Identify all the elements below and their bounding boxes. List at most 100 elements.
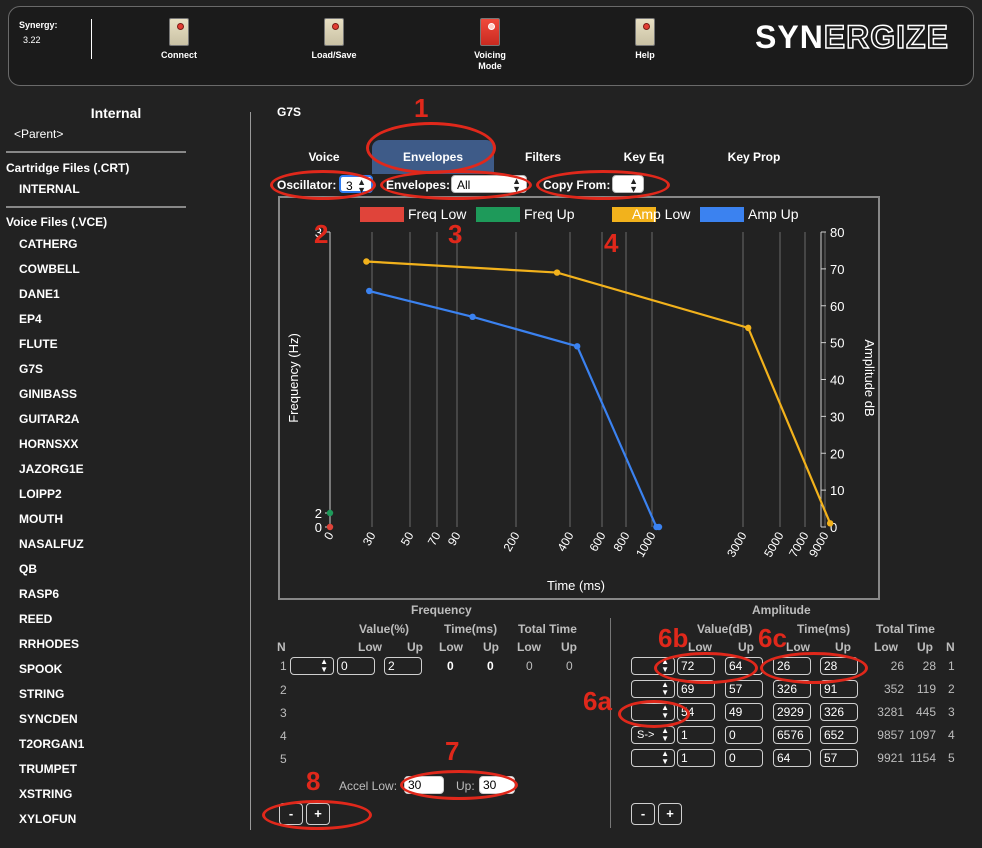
freq-total-up-value: 0 — [566, 659, 573, 673]
oscillator-select[interactable]: 3 ▲ ▼ — [339, 175, 373, 195]
envelopes-select[interactable]: All ▲ ▼ — [451, 175, 527, 194]
amp-remove-point-button[interactable]: - — [631, 803, 655, 825]
amp-time-up-header: Up — [835, 640, 851, 654]
amp-time-low-input[interactable]: 326 — [773, 680, 811, 698]
sidebar-item-voice[interactable]: FLUTE — [19, 337, 58, 351]
sidebar-item-voice[interactable]: HORNSXX — [19, 437, 78, 451]
sidebar-item-voice[interactable]: RASP6 — [19, 587, 59, 601]
copy-from-label: Copy From: — [543, 178, 611, 192]
amp-time-header: Time(ms) — [797, 622, 851, 636]
freq-value-low-input[interactable]: 0 — [337, 657, 375, 675]
sidebar-item-voice[interactable]: STRING — [19, 687, 64, 701]
amp-value-up-input[interactable]: 57 — [725, 680, 763, 698]
sidebar-item-voice[interactable]: REED — [19, 612, 52, 626]
sidebar-item-voice[interactable]: NASALFUZ — [19, 537, 84, 551]
amp-row-selector[interactable]: ▲ ▼ — [631, 657, 675, 675]
amp-add-point-button[interactable]: + — [658, 803, 682, 825]
amp-row-selector[interactable]: ▲ ▼ — [631, 680, 675, 698]
sidebar-item-voice[interactable]: CATHERG — [19, 237, 77, 251]
sidebar-item-voice[interactable]: T2ORGAN1 — [19, 737, 84, 751]
sidebar-item-voice[interactable]: QB — [19, 562, 37, 576]
sidebar-item-voice[interactable]: DANE1 — [19, 287, 60, 301]
tab-envelopes[interactable]: Envelopes — [372, 140, 494, 174]
freq-value-up-input[interactable]: 2 — [384, 657, 422, 675]
annotation-number-6b: 6b — [658, 623, 689, 653]
freq-row-selector[interactable]: ▲ ▼ — [290, 657, 334, 675]
sidebar-item-voice[interactable]: SYNCDEN — [19, 712, 78, 726]
sidebar-item-voice[interactable]: XYLOFUN — [19, 812, 76, 826]
chart-x-tick-label: 30 — [360, 529, 379, 548]
sidebar-item-voice[interactable]: COWBELL — [19, 262, 80, 276]
amp-time-low-input[interactable]: 2929 — [773, 703, 811, 721]
sidebar-item-voice[interactable]: RRHODES — [19, 637, 79, 651]
sidebar-parent-link[interactable]: <Parent> — [14, 127, 63, 141]
amp-total-up-header: Up — [917, 640, 933, 654]
amp-value-low-input[interactable]: 1 — [677, 726, 715, 744]
copy-from-select[interactable]: ▲ ▼ — [612, 175, 644, 194]
amp-row-selector-text: S-> — [637, 729, 655, 741]
load-save-button[interactable]: Load/Save — [299, 18, 369, 61]
accel-up-label: Up: — [456, 779, 475, 793]
chart-right-axis-label: Amplitude dB — [862, 339, 877, 416]
chart-x-tick-label: 5000 — [761, 529, 787, 559]
amp-row-selector[interactable]: ▲ ▼ — [631, 749, 675, 767]
chart-legend-swatch — [360, 207, 404, 222]
sidebar-item-voice[interactable]: MOUTH — [19, 512, 63, 526]
amp-time-low-input[interactable]: 26 — [773, 657, 811, 675]
amp-value-up-input[interactable]: 64 — [725, 657, 763, 675]
amp-time-low-input[interactable]: 6576 — [773, 726, 811, 744]
accel-up-input[interactable]: 30 — [479, 776, 515, 794]
amp-value-up-input[interactable]: 0 — [725, 726, 763, 744]
chart-data-point — [366, 287, 373, 295]
tab-voice[interactable]: Voice — [300, 140, 348, 174]
amp-value-up-header: Up — [738, 640, 754, 654]
sidebar-item-voice[interactable]: GUITAR2A — [19, 412, 79, 426]
chart-series-line — [368, 289, 660, 529]
sidebar-item-voice[interactable]: LOIPP2 — [19, 487, 62, 501]
freq-remove-point-button[interactable]: - — [279, 803, 303, 825]
amp-time-up-input[interactable]: 326 — [820, 703, 858, 721]
amp-time-up-input[interactable]: 91 — [820, 680, 858, 698]
accel-low-input[interactable]: 30 — [404, 776, 444, 794]
amp-value-low-header: Low — [688, 640, 712, 654]
amp-time-up-input[interactable]: 652 — [820, 726, 858, 744]
amp-total-low-header: Low — [874, 640, 898, 654]
amp-total-low-value: 9857 — [877, 728, 904, 742]
sidebar-item-voice[interactable]: SPOOK — [19, 662, 62, 676]
amp-row-selector[interactable]: S-> ▲ ▼ — [631, 726, 675, 744]
amp-time-low-input[interactable]: 64 — [773, 749, 811, 767]
connect-button[interactable]: Connect — [144, 18, 214, 61]
tab-filters[interactable]: Filters — [516, 140, 570, 174]
chart-x-tick-label: 7000 — [786, 529, 812, 559]
tab-key-prop[interactable]: Key Prop — [718, 140, 790, 174]
help-button[interactable]: Help — [610, 18, 680, 61]
amp-value-low-input[interactable]: 54 — [677, 703, 715, 721]
amp-time-up-input[interactable]: 28 — [820, 657, 858, 675]
amp-value-low-input[interactable]: 1 — [677, 749, 715, 767]
sidebar-item-voice[interactable]: GINIBASS — [19, 387, 77, 401]
amp-row-selector[interactable]: ▲ ▼ — [631, 703, 675, 721]
annotation-number-1: 1 — [414, 93, 429, 123]
tab-key-eq[interactable]: Key Eq — [616, 140, 672, 174]
amp-value-low-input[interactable]: 72 — [677, 657, 715, 675]
voicing-mode-button[interactable]: Voicing Mode — [455, 18, 525, 72]
select-arrows-icon: ▲ ▼ — [629, 176, 638, 194]
sidebar-item-voice[interactable]: TRUMPET — [19, 762, 77, 776]
sidebar-item-voice[interactable]: JAZORG1E — [19, 462, 84, 476]
voice-files-heading: Voice Files (.VCE) — [6, 215, 108, 229]
amp-time-up-input[interactable]: 57 — [820, 749, 858, 767]
sidebar-item-voice[interactable]: EP4 — [19, 312, 42, 326]
freq-add-point-button[interactable]: + — [306, 803, 330, 825]
chart-x-tick-label: 9000 — [806, 529, 832, 559]
freq-value-up-header: Up — [407, 640, 423, 654]
amp-value-up-input[interactable]: 0 — [725, 749, 763, 767]
chart-x-axis-label: Time (ms) — [547, 578, 605, 593]
sidebar-item-voice[interactable]: G7S — [19, 362, 43, 376]
sidebar-item-voice[interactable]: XSTRING — [19, 787, 72, 801]
stepper-arrows-icon: ▲ ▼ — [661, 680, 669, 697]
sidebar-item-internal[interactable]: INTERNAL — [19, 182, 80, 196]
amp-value-low-input[interactable]: 69 — [677, 680, 715, 698]
amp-total-low-value: 3281 — [877, 705, 904, 719]
amp-value-up-input[interactable]: 49 — [725, 703, 763, 721]
amplitude-section-title: Amplitude — [752, 603, 811, 617]
